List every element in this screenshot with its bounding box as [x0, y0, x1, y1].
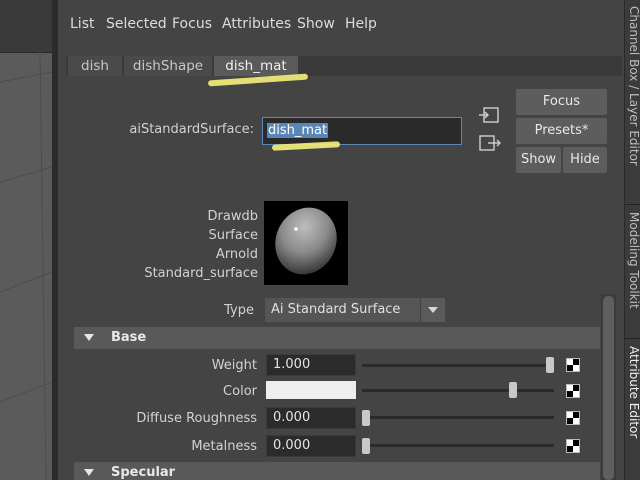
output-connection-icon[interactable] [478, 134, 502, 152]
side-tab-divider [625, 204, 640, 205]
swatch-caption-line: Drawdb [207, 209, 258, 224]
node-name-selected-text: dish_mat [267, 123, 329, 138]
diffuse-roughness-slider-track[interactable] [362, 416, 554, 419]
side-tab-attribute-editor[interactable]: Attribute Editor [627, 346, 640, 438]
focus-button[interactable]: Focus [516, 89, 607, 115]
metalness-input[interactable]: 0.000 [266, 435, 356, 457]
color-slider-handle[interactable] [509, 382, 518, 398]
weight-slider-handle[interactable] [546, 357, 554, 373]
swatch-caption-line: Arnold [215, 247, 258, 262]
color-swatch[interactable] [266, 381, 356, 399]
menu-selected[interactable]: Selected [106, 16, 167, 32]
panel-splitter[interactable] [52, 0, 58, 480]
material-swatch-preview[interactable] [264, 201, 348, 285]
type-dropdown[interactable]: Ai Standard Surface [265, 298, 420, 322]
swatch-caption-line: Surface [208, 228, 258, 243]
side-tab-channel-box[interactable]: Channel Box / Layer Editor [627, 6, 640, 166]
section-specular-header[interactable]: Specular [74, 462, 600, 480]
node-type-label: aiStandardSurface: [129, 122, 254, 137]
type-label: Type [224, 303, 254, 318]
diffuse-roughness-slider-handle[interactable] [362, 410, 370, 426]
chevron-down-icon [428, 307, 438, 313]
diffuse-roughness-map-icon[interactable] [566, 411, 580, 425]
side-panel-tabs: Channel Box / Layer Editor Modeling Tool… [624, 0, 640, 480]
attr-label-color: Color [223, 384, 257, 399]
menu-list[interactable]: List [70, 16, 94, 32]
viewport-grid [0, 52, 52, 480]
presets-button[interactable]: Presets* [516, 118, 607, 144]
menu-show[interactable]: Show [297, 16, 335, 32]
show-button[interactable]: Show [516, 147, 561, 173]
side-tab-modeling-toolkit[interactable]: Modeling Toolkit [627, 212, 640, 309]
input-connection-icon[interactable] [478, 106, 500, 124]
color-slider-track[interactable] [362, 389, 554, 392]
diffuse-roughness-input[interactable]: 0.000 [266, 407, 356, 429]
swatch-caption-line: Standard_surface [144, 266, 258, 281]
scrollbar-thumb[interactable] [603, 296, 614, 480]
metalness-map-icon[interactable] [566, 439, 580, 453]
menu-focus[interactable]: Focus [172, 16, 212, 32]
attr-label-diffuse-roughness: Diffuse Roughness [136, 411, 257, 426]
section-base-header[interactable]: Base [74, 327, 600, 349]
section-specular-title: Specular [111, 465, 176, 480]
menu-help[interactable]: Help [345, 16, 377, 32]
viewport-toolbar [0, 0, 52, 53]
hide-button[interactable]: Hide [563, 147, 607, 173]
color-map-icon[interactable] [566, 384, 580, 398]
section-base-title: Base [111, 330, 147, 345]
viewport-panel[interactable] [0, 0, 52, 480]
swatch-caption: Drawdb Surface Arnold Standard_surface [120, 207, 258, 283]
node-tab-bar: dish dishShape dish_mat [66, 56, 622, 76]
tab-dishshape[interactable]: dishShape [124, 56, 212, 76]
attr-label-metalness: Metalness [191, 439, 257, 454]
metalness-slider-handle[interactable] [362, 438, 370, 454]
weight-slider-track[interactable] [362, 364, 554, 367]
type-dropdown-arrow[interactable] [421, 298, 445, 322]
collapse-triangle-icon [84, 334, 94, 341]
tab-dish[interactable]: dish [68, 56, 122, 76]
tab-dish-mat[interactable]: dish_mat [214, 56, 298, 76]
collapse-triangle-icon [84, 469, 94, 476]
menu-bar: List Selected Focus Attributes Show Help [58, 0, 624, 46]
menu-attributes[interactable]: Attributes [222, 16, 291, 32]
weight-input[interactable]: 1.000 [266, 354, 356, 376]
scrollbar-track[interactable] [601, 294, 616, 480]
side-tab-divider [625, 338, 640, 339]
metalness-slider-track[interactable] [362, 444, 554, 447]
weight-map-icon[interactable] [566, 358, 580, 372]
node-name-input[interactable]: dish_mat [262, 117, 462, 145]
attr-label-weight: Weight [211, 358, 257, 373]
